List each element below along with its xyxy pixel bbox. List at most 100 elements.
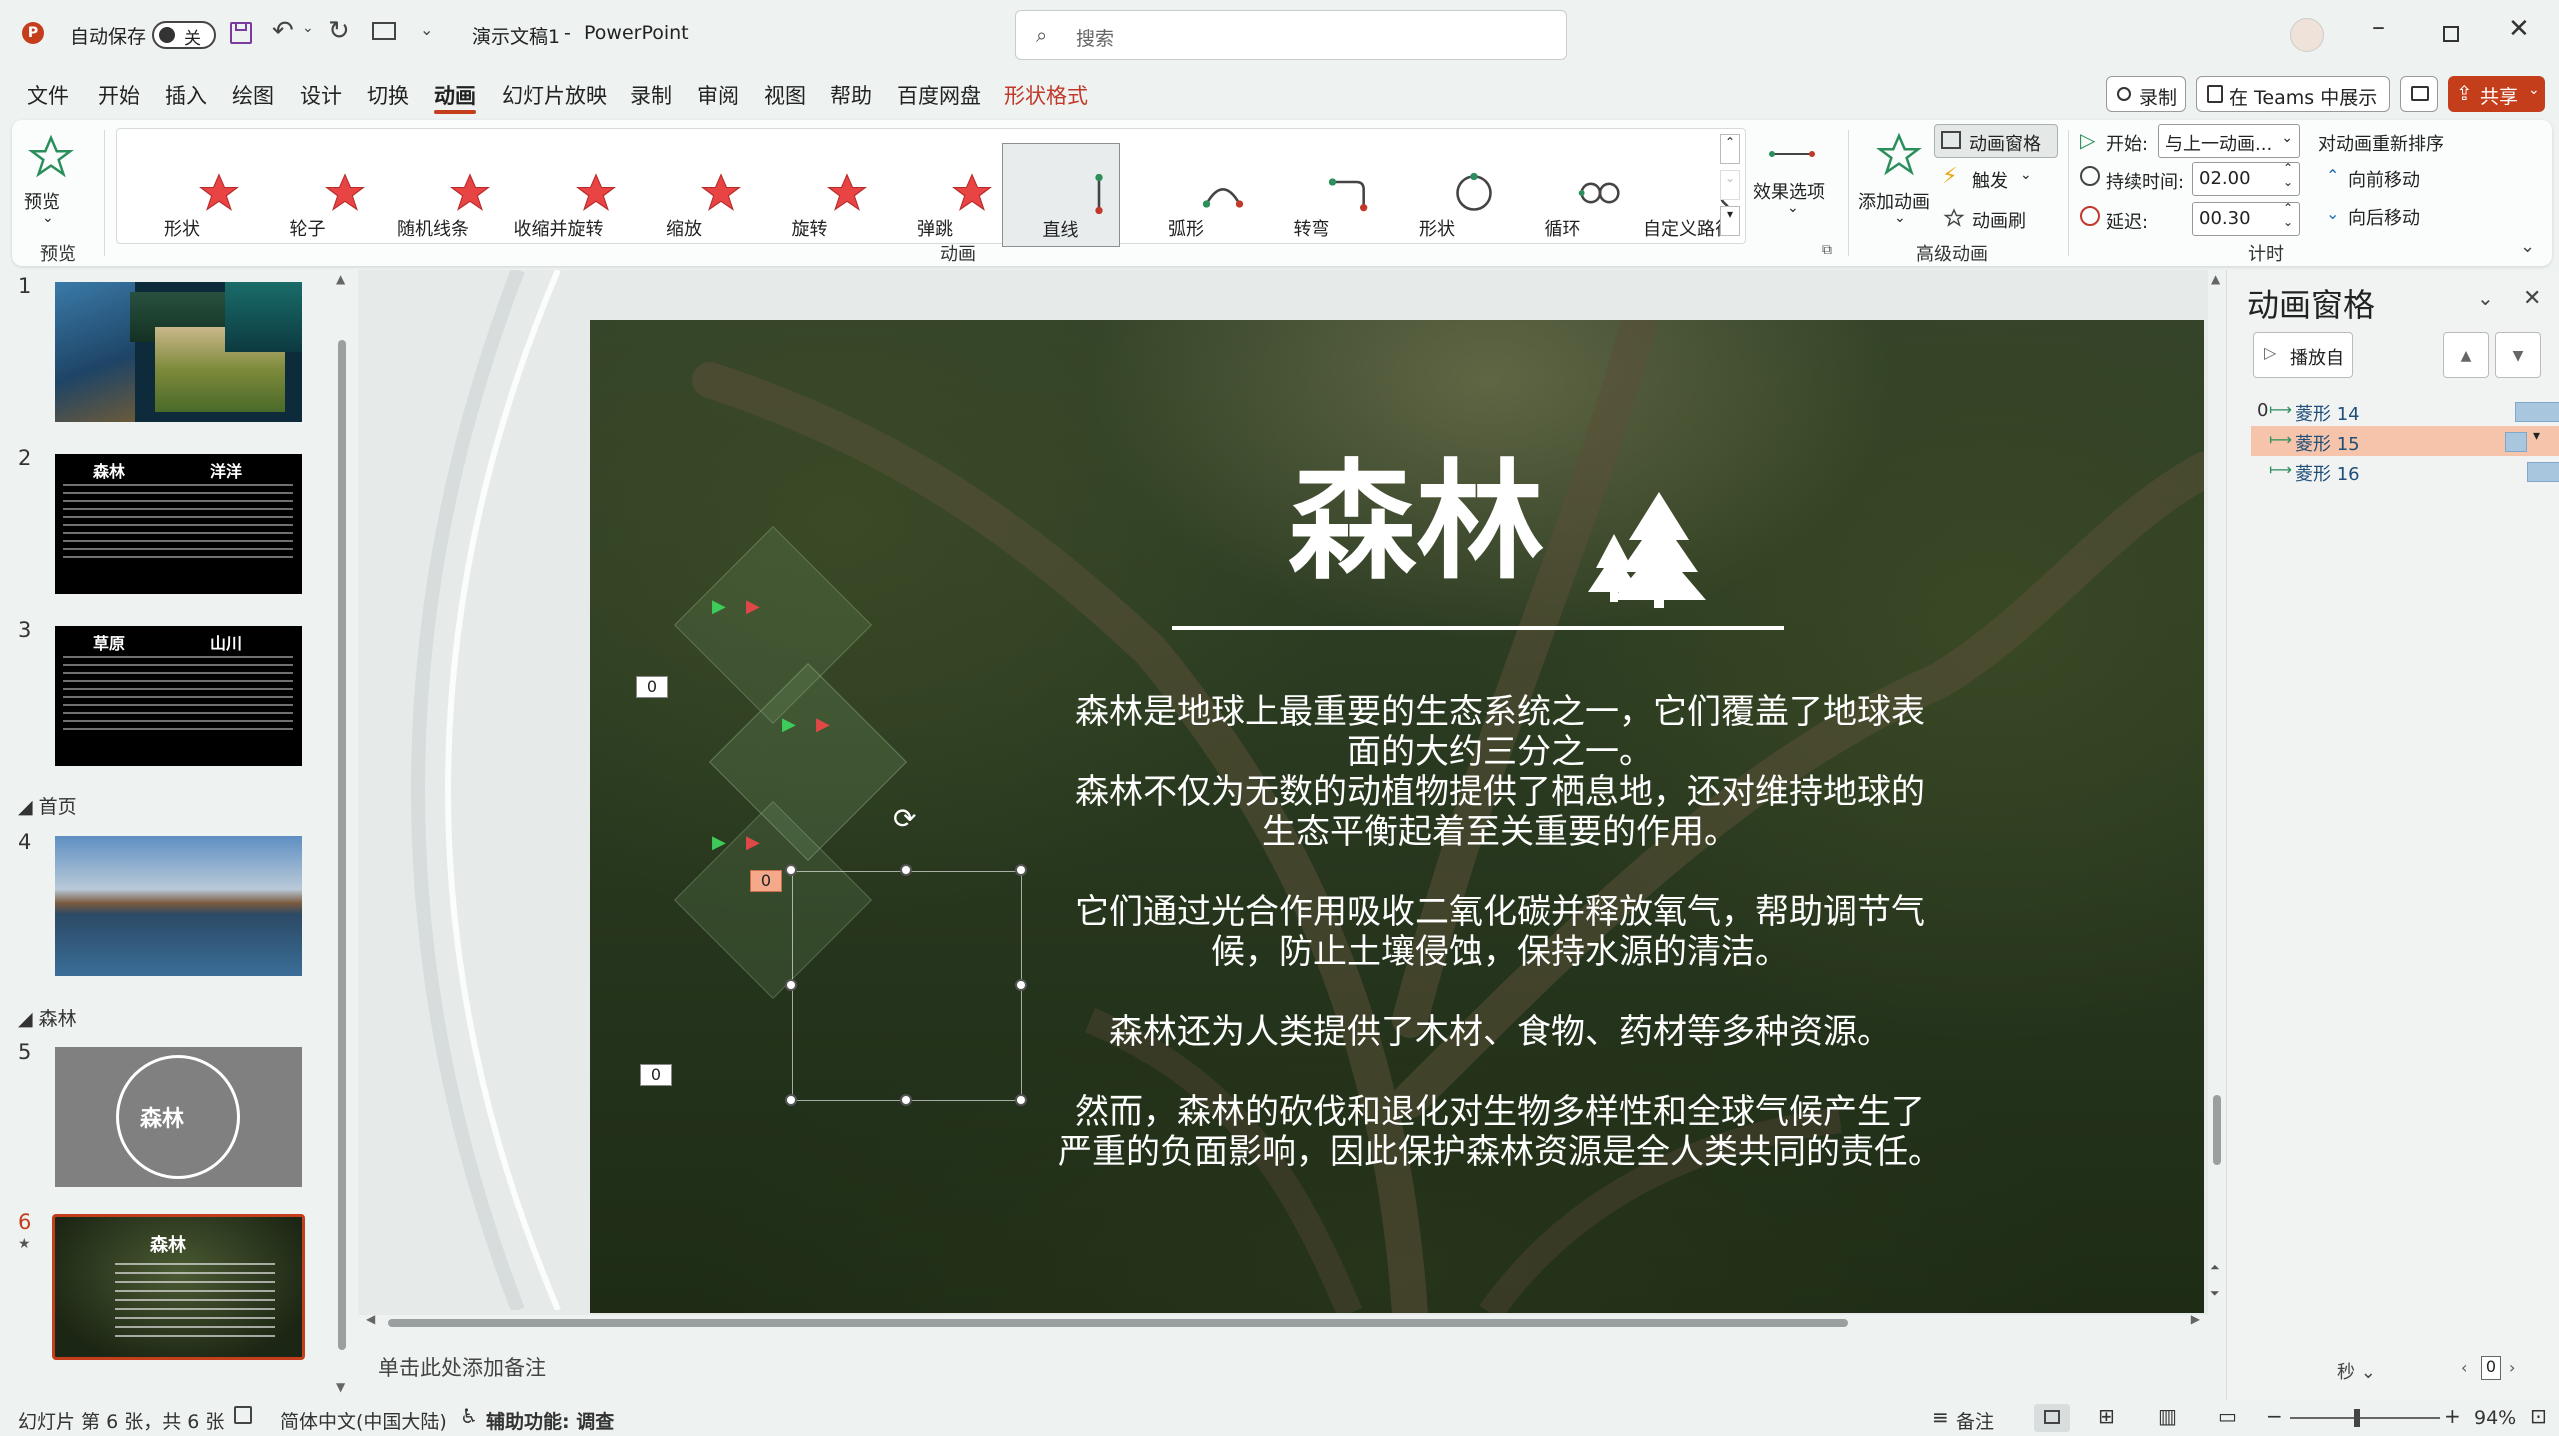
redo-icon[interactable]: ↻ (328, 16, 350, 46)
tab-baidu[interactable]: 百度网盘 (897, 80, 981, 110)
collapse-ribbon-icon[interactable]: ⌄ (2520, 236, 2535, 257)
slide-thumbnail-6[interactable]: 森林 (52, 1214, 305, 1360)
slide-title[interactable]: 森林 (1288, 448, 1544, 598)
tab-view[interactable]: 视图 (764, 80, 806, 110)
animation-tag[interactable]: 0 (640, 1064, 672, 1086)
trigger-button[interactable]: ⚡ 触发 ⌄ (1938, 162, 2058, 196)
animation-effect-5[interactable]: 旋转 (751, 143, 869, 247)
save-icon[interactable] (230, 22, 252, 44)
animation-effect-3[interactable]: 收缩并旋转 (500, 143, 618, 247)
item-dropdown-icon[interactable]: ▾ (2533, 428, 2540, 444)
slide-canvas[interactable]: 森林 森林是地球上最重要的生态系统之一，它们覆盖了地球表 面的大约三分之一。 森… (590, 320, 2204, 1313)
animation-effect-0[interactable]: 形状 (123, 143, 241, 247)
minimize-icon[interactable]: – (2372, 12, 2385, 42)
animation-pane-button[interactable]: 动画窗格 (1934, 124, 2058, 158)
resize-handle[interactable] (785, 864, 797, 876)
zoom-level[interactable]: 94% (2474, 1407, 2516, 1429)
zoom-slider-thumb[interactable] (2354, 1409, 2360, 1427)
timeline-zoom-box[interactable]: 0 (2481, 1356, 2501, 1380)
slide-thumbnail-1[interactable] (55, 282, 302, 422)
slide-sorter-icon[interactable]: ⊞ (2098, 1404, 2115, 1428)
animation-effect-8[interactable]: 弧形 (1127, 143, 1245, 247)
resize-handle[interactable] (900, 864, 912, 876)
slide-thumbnail-2[interactable]: 森林 洋洋 (55, 454, 302, 594)
scrollbar-thumb[interactable] (338, 340, 346, 1350)
start-select[interactable]: 与上一动画... ⌄ (2158, 124, 2300, 158)
resize-handle[interactable] (785, 1094, 797, 1106)
editor-vertical-scrollbar[interactable]: ▲ ⏶ ⏷ (2208, 270, 2226, 1315)
timeline-next-icon[interactable]: › (2509, 1358, 2515, 1377)
animation-effect-7[interactable]: 直线 (1001, 143, 1120, 247)
resize-handle[interactable] (1015, 979, 1027, 991)
section-forest[interactable]: ◢ 森林 (18, 1004, 77, 1031)
zoom-out-icon[interactable]: − (2266, 1404, 2283, 1428)
pane-close-icon[interactable]: ✕ (2523, 286, 2541, 311)
tab-review[interactable]: 审阅 (697, 80, 739, 110)
move-later-button[interactable]: ⌄ 向后移动 (2324, 202, 2444, 232)
move-down-button[interactable]: ▼ (2495, 332, 2541, 378)
record-button[interactable]: 录制 (2106, 76, 2186, 112)
resize-handle[interactable] (1015, 864, 1027, 876)
spell-check-icon[interactable] (234, 1406, 252, 1424)
autosave-toggle[interactable]: 关 (152, 21, 216, 49)
seconds-dropdown[interactable]: 秒 ⌄ (2337, 1358, 2376, 1384)
add-animation-button[interactable]: 添加动画 ⌄ (1854, 128, 1946, 240)
fit-slide-icon[interactable]: ⊡ (2530, 1404, 2547, 1428)
animation-tag-selected[interactable]: 0 (750, 870, 782, 892)
tab-file[interactable]: 文件 (27, 80, 69, 110)
zoom-in-icon[interactable]: + (2444, 1404, 2461, 1428)
delay-stepper[interactable]: 00.30 ⌃ ⌄ (2192, 201, 2300, 236)
gallery-scroll-down[interactable]: ⌄ (1720, 170, 1740, 200)
teams-present-button[interactable]: 在 Teams 中展示 (2196, 76, 2390, 112)
section-home[interactable]: ◢ 首页 (18, 792, 77, 819)
next-slide-icon[interactable]: ⏷ (2210, 1286, 2220, 1301)
duration-up-icon[interactable]: ⌃ (2283, 161, 2293, 175)
scrollbar-thumb[interactable] (2213, 1095, 2221, 1165)
gallery-scroll-up[interactable]: ⌃ (1720, 134, 1740, 164)
tab-insert[interactable]: 插入 (165, 80, 207, 110)
comments-button[interactable] (2400, 76, 2438, 112)
animation-list-item-selected[interactable]: ⟼ 菱形 15 ▾ (2251, 426, 2559, 456)
delay-up-icon[interactable]: ⌃ (2283, 201, 2293, 215)
timeline-prev-icon[interactable]: ‹ (2461, 1358, 2467, 1377)
animation-tag[interactable]: 0 (636, 676, 668, 698)
pane-options-icon[interactable]: ⌄ (2477, 286, 2494, 310)
animation-effect-9[interactable]: 转弯 (1253, 143, 1371, 247)
duration-stepper[interactable]: 02.00 ⌃ ⌄ (2192, 161, 2300, 196)
slide-thumbnail-5[interactable]: 森林 (55, 1047, 302, 1187)
slide-thumbnail-3[interactable]: 草原 山川 (55, 626, 302, 766)
move-up-button[interactable]: ▲ (2443, 332, 2489, 378)
reading-view-icon[interactable]: ▥ (2158, 1404, 2177, 1428)
preview-button[interactable]: 预览 ⌄ (22, 128, 80, 238)
rotate-handle-icon[interactable]: ⟳ (893, 802, 916, 835)
normal-view-button[interactable] (2034, 1404, 2070, 1432)
undo-icon[interactable]: ↶ (272, 16, 294, 46)
animation-effect-10[interactable]: 形状 (1378, 143, 1496, 247)
tab-transitions[interactable]: 切换 (367, 80, 409, 110)
present-icon[interactable] (372, 22, 396, 40)
body-text[interactable]: 森林是地球上最重要的生态系统之一，它们覆盖了地球表 面的大约三分之一。 森林不仅… (1030, 692, 1970, 1172)
resize-handle[interactable] (1015, 1094, 1027, 1106)
accessibility-label[interactable]: 辅助功能: 调查 (486, 1407, 614, 1434)
delay-down-icon[interactable]: ⌄ (2283, 215, 2293, 229)
slide-thumbnail-4[interactable] (55, 836, 302, 976)
slides-panel-scrollbar[interactable]: ▲ ▼ (334, 270, 350, 1400)
play-from-button[interactable]: ▷ 播放自 (2253, 332, 2353, 378)
resize-handle[interactable] (900, 1094, 912, 1106)
search-box[interactable]: ⌕ 搜索 (1015, 10, 1567, 60)
tab-shape-format[interactable]: 形状格式 (1004, 80, 1088, 110)
move-earlier-button[interactable]: ⌃ 向前移动 (2324, 164, 2444, 194)
tab-animations[interactable]: 动画 (434, 80, 476, 110)
close-icon[interactable]: ✕ (2508, 14, 2530, 44)
animation-effect-2[interactable]: 随机线条 (374, 143, 492, 247)
tab-design[interactable]: 设计 (300, 80, 342, 110)
resize-handle[interactable] (785, 979, 797, 991)
user-avatar[interactable] (2290, 18, 2324, 52)
notes-area[interactable]: 单击此处添加备注 (358, 1330, 2208, 1400)
animation-effect-1[interactable]: 轮子 (249, 143, 367, 247)
restore-icon[interactable] (2443, 26, 2459, 42)
share-button[interactable]: ⇪ 共享 ⌄ (2448, 76, 2545, 112)
animation-effect-11[interactable]: 循环 (1504, 143, 1622, 247)
undo-dropdown-icon[interactable]: ⌄ (302, 20, 314, 36)
tab-home[interactable]: 开始 (98, 80, 140, 110)
